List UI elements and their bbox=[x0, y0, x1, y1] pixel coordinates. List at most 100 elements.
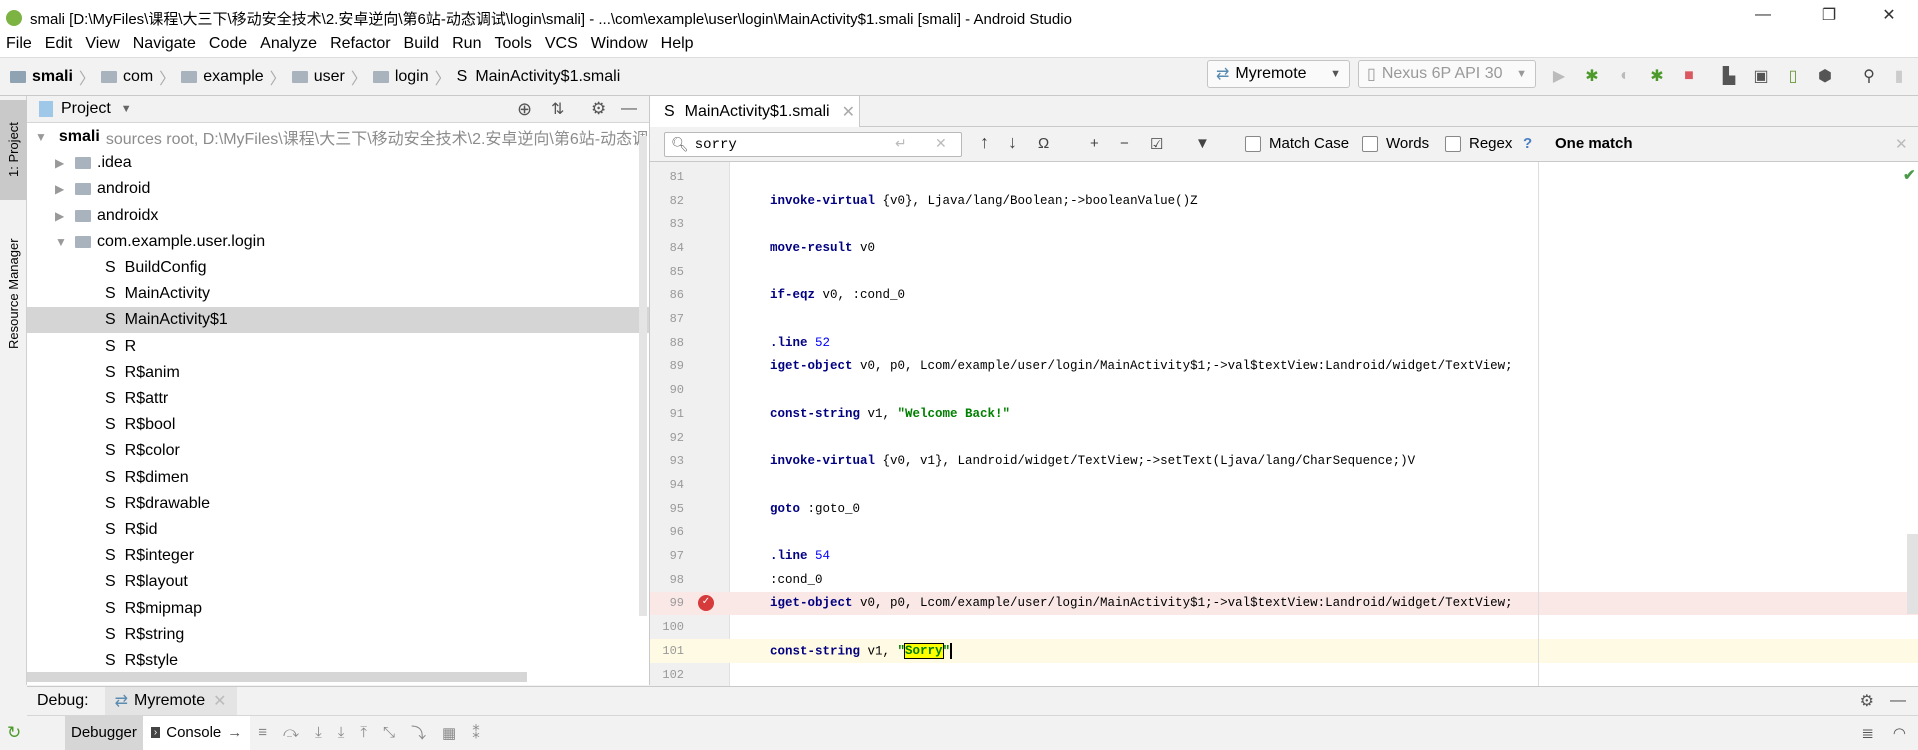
tab-debugger[interactable]: Debugger bbox=[65, 715, 143, 750]
tree-item[interactable]: ▶ android bbox=[27, 176, 649, 202]
device-dropdown[interactable]: ▯ Nexus 6P API 30 ▼ bbox=[1358, 60, 1536, 88]
step-over-icon[interactable]: ⤼ bbox=[283, 724, 299, 741]
tree-item[interactable]: ▶ androidx bbox=[27, 203, 649, 229]
tree-item[interactable]: S MainActivity bbox=[27, 281, 649, 307]
menu-refactor[interactable]: Refactor bbox=[330, 35, 390, 53]
breadcrumb-file[interactable]: S MainActivity$1.smali bbox=[457, 68, 621, 86]
code-line[interactable]: 81 bbox=[650, 165, 1918, 189]
words-checkbox[interactable]: Words bbox=[1362, 135, 1429, 152]
project-structure-icon[interactable]: ▙ bbox=[1717, 64, 1741, 88]
code-line[interactable]: 90 bbox=[650, 378, 1918, 402]
toggle-select-icon[interactable]: ☑ bbox=[1150, 135, 1163, 153]
gear-icon[interactable]: ⚙ bbox=[591, 99, 606, 119]
remove-occurrence-icon[interactable]: − bbox=[1120, 135, 1129, 152]
tree-item[interactable]: S R$string bbox=[27, 622, 649, 648]
collapsed-arrow-icon[interactable]: ▶ bbox=[55, 209, 69, 223]
menu-tools[interactable]: Tools bbox=[494, 35, 531, 53]
code-line[interactable]: 94 bbox=[650, 473, 1918, 497]
collapse-all-icon[interactable]: ⇅ bbox=[551, 99, 564, 119]
breadcrumb-login[interactable]: login bbox=[372, 68, 429, 86]
rerun-icon[interactable]: ↻ bbox=[7, 723, 21, 743]
tree-item[interactable]: SR bbox=[27, 334, 649, 360]
menu-view[interactable]: View bbox=[85, 35, 119, 53]
close-window-button[interactable]: ✕ bbox=[1866, 0, 1912, 30]
tree-item[interactable]: S R$drawable bbox=[27, 491, 649, 517]
menu-analyze[interactable]: Analyze bbox=[260, 35, 317, 53]
run-to-cursor-icon[interactable]: ⤵ bbox=[411, 722, 426, 743]
code-line[interactable]: 102 bbox=[650, 663, 1918, 686]
resource-manager-tool-tab[interactable]: Resource Manager bbox=[0, 224, 27, 364]
vertical-scrollbar[interactable] bbox=[639, 136, 647, 616]
add-occurrence-icon[interactable]: + bbox=[1090, 135, 1099, 152]
search-everywhere-icon[interactable]: ⚲ bbox=[1857, 64, 1881, 88]
expanded-arrow-icon[interactable]: ▼ bbox=[35, 130, 47, 144]
trace-icon[interactable]: ⁑ bbox=[472, 724, 480, 742]
expanded-arrow-icon[interactable]: ▼ bbox=[55, 235, 69, 249]
debug-icon[interactable]: ✱ bbox=[1580, 64, 1604, 88]
menu-code[interactable]: Code bbox=[209, 35, 247, 53]
minimize-button[interactable]: — bbox=[1740, 0, 1786, 30]
layout-icon[interactable]: ≣ bbox=[1861, 724, 1874, 742]
code-line[interactable]: 98:cond_0 bbox=[650, 568, 1918, 592]
close-tab-icon[interactable]: ✕ bbox=[213, 691, 226, 711]
collapsed-arrow-icon[interactable]: ▶ bbox=[55, 182, 69, 196]
tree-item[interactable]: S R$dimen bbox=[27, 465, 649, 491]
tab-mainactivity-1-smali[interactable]: S MainActivity$1.smali ✕ bbox=[650, 96, 860, 127]
search-input[interactable]: sorry bbox=[695, 137, 737, 153]
code-line[interactable]: 82 invoke-virtual {v0}, Ljava/lang/Boolea… bbox=[650, 189, 1918, 213]
attach-debugger-icon[interactable]: ✱ bbox=[1645, 64, 1669, 88]
tab-console[interactable]: › Console → bbox=[142, 715, 251, 750]
clear-search-icon[interactable]: ✕ bbox=[935, 136, 947, 153]
project-tool-tab[interactable]: 1: Project bbox=[0, 100, 27, 200]
tree-item[interactable]: S R$attr bbox=[27, 386, 649, 412]
breadcrumb-smali[interactable]: smali bbox=[10, 68, 73, 86]
project-view-selector[interactable]: Project bbox=[61, 100, 111, 118]
code-line[interactable]: 96 bbox=[650, 521, 1918, 545]
checkbox[interactable] bbox=[1245, 135, 1261, 152]
tree-item[interactable]: S R$color bbox=[27, 438, 649, 464]
menu-run[interactable]: Run bbox=[452, 35, 481, 53]
stop-icon[interactable]: ■ bbox=[1677, 64, 1701, 88]
filter-icon[interactable]: ▼ bbox=[1195, 135, 1210, 152]
chevron-down-icon[interactable]: ▼ bbox=[121, 103, 132, 115]
breadcrumb-user[interactable]: user bbox=[291, 68, 345, 86]
code-line[interactable]: 99 ✓ iget-object v0, p0, Lcom/example/user… bbox=[650, 591, 1918, 616]
code-line[interactable]: 93 invoke-virtual {v0, v1}, Landroid/widg… bbox=[650, 449, 1918, 473]
device-file-explorer-icon[interactable]: ⬢ bbox=[1813, 64, 1837, 88]
tree-item[interactable]: S BuildConfig bbox=[27, 255, 649, 281]
close-find-icon[interactable]: ✕ bbox=[1895, 135, 1908, 153]
drop-frame-icon[interactable]: ⤡ bbox=[383, 724, 395, 741]
menu-window[interactable]: Window bbox=[591, 35, 648, 53]
collapsed-arrow-icon[interactable]: ▶ bbox=[55, 156, 69, 170]
code-line[interactable]: 97 .line 54 bbox=[650, 544, 1918, 568]
avd-manager-icon[interactable]: ▣ bbox=[1749, 64, 1773, 88]
checkbox[interactable] bbox=[1362, 135, 1378, 152]
code-line[interactable]: 87 bbox=[650, 307, 1918, 331]
menu-help[interactable]: Help bbox=[661, 35, 694, 53]
profile-icon[interactable]: ◐ bbox=[1613, 64, 1637, 88]
tree-item[interactable]: S R$layout bbox=[27, 569, 649, 595]
regex-help-link[interactable]: ? bbox=[1523, 135, 1532, 152]
breadcrumb-example[interactable]: example bbox=[181, 68, 264, 86]
memory-indicator-icon[interactable]: ◠ bbox=[1893, 724, 1906, 742]
editor-scrollbar[interactable] bbox=[1907, 534, 1918, 614]
pin-icon[interactable]: → bbox=[227, 724, 242, 741]
horizontal-scrollbar[interactable] bbox=[27, 672, 527, 682]
locate-file-icon[interactable]: ⊕ bbox=[517, 99, 532, 120]
code-line[interactable]: 89 iget-object v0, p0, Lcom/example/user/… bbox=[650, 355, 1918, 379]
code-line[interactable]: 88 .line 52 bbox=[650, 331, 1918, 355]
code-line[interactable]: 101 const-string v1, "Sorry" bbox=[650, 639, 1918, 663]
code-line[interactable]: 83 bbox=[650, 212, 1918, 236]
show-execution-point-icon[interactable]: ≡ bbox=[258, 724, 267, 741]
gear-icon[interactable]: ⚙ bbox=[1860, 691, 1874, 711]
code-line[interactable]: 86 if-eqz v0, :cond_0 bbox=[650, 284, 1918, 308]
tree-item[interactable]: S R$id bbox=[27, 517, 649, 543]
run-config-dropdown[interactable]: ⇄ Myremote ▼ bbox=[1207, 60, 1350, 88]
code-line[interactable]: 84 move-result v0 bbox=[650, 236, 1918, 260]
menu-build[interactable]: Build bbox=[404, 35, 440, 53]
maximize-button[interactable]: ❐ bbox=[1806, 0, 1852, 30]
code-line[interactable]: 100 bbox=[650, 615, 1918, 639]
match-case-checkbox[interactable]: Match Case bbox=[1245, 135, 1349, 152]
menu-vcs[interactable]: VCS bbox=[545, 35, 578, 53]
code-line[interactable]: 85 bbox=[650, 260, 1918, 284]
